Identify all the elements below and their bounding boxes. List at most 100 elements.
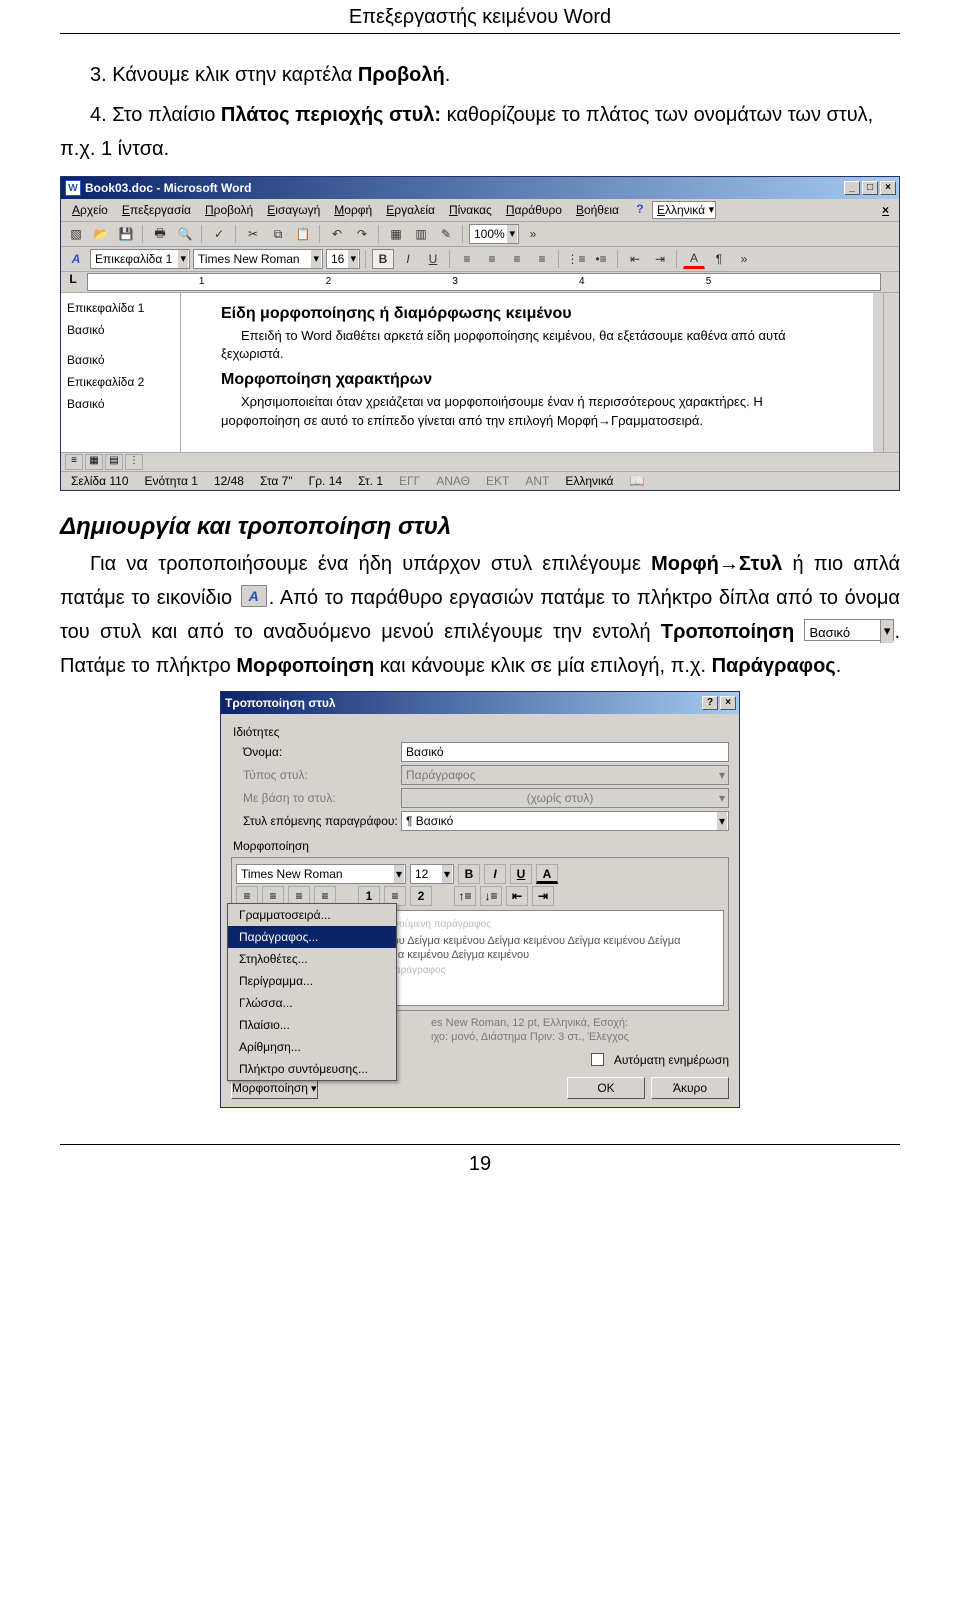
status-ext: ΕΚΤ bbox=[482, 474, 513, 488]
dialog-titlebar[interactable]: Τροποποίηση στυλ ? × bbox=[221, 692, 739, 714]
redo-icon[interactable]: ↷ bbox=[351, 224, 373, 244]
preview-icon[interactable]: 🔍 bbox=[174, 224, 196, 244]
body-text-block: Για να τροποποιήσουμε ένα ήδη υπάρχον στ… bbox=[60, 547, 900, 683]
font-color-icon[interactable]: A bbox=[536, 864, 558, 884]
menu-table[interactable]: Πίνακας bbox=[442, 201, 499, 219]
minimize-button[interactable]: _ bbox=[844, 181, 860, 195]
line-spacing-2-icon[interactable]: 2 bbox=[410, 886, 432, 906]
close-button[interactable]: × bbox=[880, 181, 896, 195]
save-icon[interactable]: 💾 bbox=[115, 224, 137, 244]
bold-icon[interactable]: B bbox=[458, 864, 480, 884]
bullets-icon[interactable]: •≡ bbox=[590, 249, 612, 269]
type-label: Τύπος στυλ: bbox=[231, 768, 401, 782]
underline-icon[interactable]: U bbox=[510, 864, 532, 884]
outline-view-icon[interactable]: ⋮ bbox=[125, 454, 143, 470]
size-combo[interactable]: 12 bbox=[410, 864, 454, 884]
text: και κάνουμε κλικ σε μία επιλογή, π.χ. bbox=[374, 655, 711, 677]
font-combo[interactable]: Times New Roman bbox=[193, 249, 323, 269]
web-view-icon[interactable]: ▦ bbox=[85, 454, 103, 470]
menu-font[interactable]: Γραμματοσειρά... bbox=[228, 904, 396, 926]
columns-icon[interactable]: ▥ bbox=[410, 224, 432, 244]
spellcheck-icon[interactable]: ✓ bbox=[208, 224, 230, 244]
ruler-corner[interactable]: L bbox=[61, 272, 85, 292]
align-left-icon[interactable]: ≡ bbox=[456, 249, 478, 269]
close-button[interactable]: × bbox=[720, 696, 736, 710]
help-icon[interactable]: ? bbox=[632, 201, 648, 217]
menu-format[interactable]: Μορφή bbox=[327, 201, 379, 219]
decrease-indent-icon[interactable]: ⇤ bbox=[506, 886, 528, 906]
cut-icon[interactable]: ✂ bbox=[242, 224, 264, 244]
menu-view[interactable]: Προβολή bbox=[198, 201, 260, 219]
menu-paragraph[interactable]: Παράγραφος... bbox=[228, 926, 396, 948]
doc-close-button[interactable]: × bbox=[876, 201, 895, 219]
menu-tabs[interactable]: Στηλοθέτες... bbox=[228, 948, 396, 970]
print-view-icon[interactable]: ▤ bbox=[105, 454, 123, 470]
ok-button[interactable]: OK bbox=[567, 1077, 645, 1099]
next-style-combo[interactable]: ¶ Βασικό bbox=[401, 811, 729, 831]
menu-file[interactable]: Αρχείο bbox=[65, 201, 115, 219]
drawing-icon[interactable]: ✎ bbox=[435, 224, 457, 244]
doc-heading: Είδη μορφοποίησης ή διαμόρφωσης κειμένου bbox=[221, 305, 833, 323]
menu-shortcut[interactable]: Πλήκτρο συντόμευσης... bbox=[228, 1058, 396, 1080]
normal-view-icon[interactable]: ≡ bbox=[65, 454, 83, 470]
print-icon[interactable]: 🖶 bbox=[149, 224, 171, 244]
open-icon[interactable]: 📂 bbox=[90, 224, 112, 244]
menu-border[interactable]: Περίγραμμα... bbox=[228, 970, 396, 992]
status-book-icon[interactable]: 📖 bbox=[625, 474, 648, 488]
style-icon[interactable]: A bbox=[65, 249, 87, 269]
size-combo[interactable]: 16 bbox=[326, 249, 360, 269]
menu-frame[interactable]: Πλαίσιο... bbox=[228, 1014, 396, 1036]
font-combo[interactable]: Times New Roman bbox=[236, 864, 406, 884]
align-center-icon[interactable]: ≡ bbox=[481, 249, 503, 269]
align-justify-icon[interactable]: ≡ bbox=[531, 249, 553, 269]
menu-edit[interactable]: Επεξεργασία bbox=[115, 201, 198, 219]
titlebar[interactable]: W Book03.doc - Microsoft Word _ □ × bbox=[61, 177, 899, 199]
toolbar-more-icon[interactable]: » bbox=[733, 249, 755, 269]
insert-table-icon[interactable]: ▦ bbox=[385, 224, 407, 244]
cancel-button[interactable]: Άκυρο bbox=[651, 1077, 729, 1099]
format-dropdown-menu[interactable]: Γραμματοσειρά... Παράγραφος... Στηλοθέτε… bbox=[227, 903, 397, 1081]
font-color-icon[interactable]: A bbox=[683, 249, 705, 269]
copy-icon[interactable]: ⧉ bbox=[267, 224, 289, 244]
show-marks-icon[interactable]: ¶ bbox=[708, 249, 730, 269]
undo-icon[interactable]: ↶ bbox=[326, 224, 348, 244]
menu-language[interactable]: Γλώσσα... bbox=[228, 992, 396, 1014]
menu-window[interactable]: Παράθυρο bbox=[499, 201, 569, 219]
increase-indent-icon[interactable]: ⇥ bbox=[649, 249, 671, 269]
new-doc-icon[interactable]: ▧ bbox=[65, 224, 87, 244]
paste-icon[interactable]: 📋 bbox=[292, 224, 314, 244]
doc-paragraph: Χρησιμοποιείται όταν χρειάζεται να μορφο… bbox=[221, 393, 833, 429]
based-on-combo: (χωρίς στυλ) bbox=[401, 788, 729, 808]
vertical-scrollbar[interactable] bbox=[883, 293, 899, 452]
menu-insert[interactable]: Εισαγωγή bbox=[260, 201, 327, 219]
italic-icon[interactable]: I bbox=[397, 249, 419, 269]
italic-icon[interactable]: I bbox=[484, 864, 506, 884]
align-right-icon[interactable]: ≡ bbox=[506, 249, 528, 269]
name-input[interactable]: Βασικό bbox=[401, 742, 729, 762]
bold-icon[interactable]: B bbox=[372, 249, 394, 269]
help-button[interactable]: ? bbox=[702, 696, 718, 710]
menubar[interactable]: Αρχείο Επεξεργασία Προβολή Εισαγωγή Μορφ… bbox=[61, 199, 899, 222]
status-at: Στα 7" bbox=[256, 474, 297, 488]
horizontal-ruler[interactable]: 1 2 3 4 5 bbox=[87, 273, 881, 291]
document-body[interactable]: Είδη μορφοποίησης ή διαμόρφωσης κειμένου… bbox=[181, 293, 883, 452]
menu-tools[interactable]: Εργαλεία bbox=[379, 201, 442, 219]
text: Για να τροποποιήσουμε ένα ήδη υπάρχον στ… bbox=[90, 553, 651, 575]
status-section: Ενότητα 1 bbox=[141, 474, 202, 488]
modify-style-dialog: Τροποποίηση στυλ ? × Ιδιότητες Όνομα: Βα… bbox=[220, 691, 740, 1108]
doc-heading: Μορφοποίηση χαρακτήρων bbox=[221, 371, 833, 389]
increase-indent-icon[interactable]: ⇥ bbox=[532, 886, 554, 906]
space-after-icon[interactable]: ↓≡ bbox=[480, 886, 502, 906]
space-before-icon[interactable]: ↑≡ bbox=[454, 886, 476, 906]
toolbar-more-icon[interactable]: » bbox=[522, 224, 544, 244]
auto-update-checkbox[interactable] bbox=[591, 1053, 604, 1066]
maximize-button[interactable]: □ bbox=[862, 181, 878, 195]
menu-help[interactable]: Βοήθεια bbox=[569, 201, 626, 219]
zoom-combo[interactable]: 100% bbox=[469, 224, 519, 244]
style-combo[interactable]: Επικεφαλίδα 1 bbox=[90, 249, 190, 269]
numbering-icon[interactable]: ⋮≡ bbox=[565, 249, 587, 269]
decrease-indent-icon[interactable]: ⇤ bbox=[624, 249, 646, 269]
underline-icon[interactable]: U bbox=[422, 249, 444, 269]
menu-numbering[interactable]: Αρίθμηση... bbox=[228, 1036, 396, 1058]
language-selector[interactable]: Ελληνικά bbox=[652, 201, 716, 219]
